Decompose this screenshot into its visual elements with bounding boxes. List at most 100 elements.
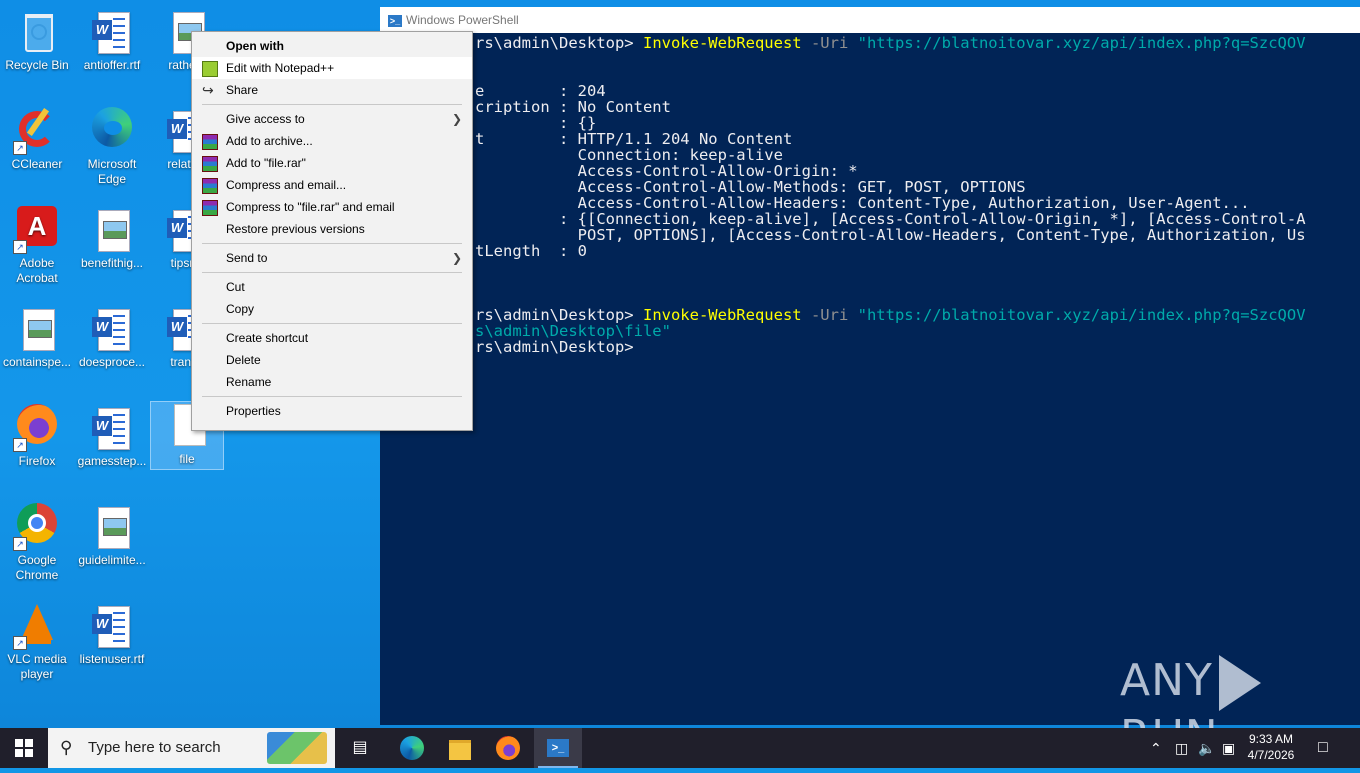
context-menu[interactable]: Open with Edit with Notepad++ ↪ Share Give a… bbox=[191, 31, 473, 431]
search-box[interactable]: ⚲ Type here to search bbox=[48, 728, 335, 768]
desktop-icon-label: Recycle Bin bbox=[5, 58, 69, 72]
menu-item-add-to-file-rar[interactable]: Add to "file.rar" bbox=[192, 152, 472, 174]
action-center-icon[interactable]: □ bbox=[1318, 728, 1328, 768]
notifications-tray-icon[interactable]: ▣ bbox=[1222, 728, 1235, 768]
vlc-icon: ↗ bbox=[13, 602, 61, 650]
recycle-bin-icon bbox=[13, 8, 61, 56]
powershell-titlebar[interactable]: >_ Windows PowerShell bbox=[380, 7, 1360, 33]
menu-item-copy[interactable]: Copy bbox=[192, 298, 472, 320]
menu-item-create-shortcut[interactable]: Create shortcut bbox=[192, 327, 472, 349]
console-line: tLength : 0 bbox=[475, 242, 587, 260]
notepadpp-icon bbox=[202, 61, 218, 77]
desktop-icon-microsoft-edge[interactable]: Microsoft Edge bbox=[76, 107, 148, 199]
menu-separator bbox=[202, 323, 462, 324]
taskbar-edge[interactable] bbox=[390, 728, 434, 768]
desktop-icon-adobe-acrobat[interactable]: A ↗ Adobe Acrobat bbox=[1, 206, 73, 298]
desktop-icon-firefox[interactable]: ↗ Firefox bbox=[1, 404, 73, 496]
menu-item-label: Cut bbox=[226, 280, 245, 294]
desktop-icon-guidelimite[interactable]: guidelimite... bbox=[76, 503, 148, 595]
clock[interactable]: 9:33 AM 4/7/2026 bbox=[1246, 728, 1296, 771]
menu-item-restore-previous-versions[interactable]: Restore previous versions bbox=[192, 218, 472, 240]
menu-item-properties[interactable]: Properties bbox=[192, 400, 472, 422]
menu-item-label: Copy bbox=[226, 302, 255, 316]
console-line: rs\admin\Desktop> Invoke-WebRequest -Uri… bbox=[380, 307, 1360, 323]
menu-item-label: Rename bbox=[226, 375, 272, 389]
start-button[interactable] bbox=[0, 728, 48, 768]
desktop-icon-label: benefithig... bbox=[80, 256, 144, 270]
desktop-icon-vlc[interactable]: ↗ VLC media player bbox=[1, 602, 73, 694]
word-document-icon: W bbox=[88, 8, 136, 56]
menu-item-give-access-to[interactable]: Give access to ❯ bbox=[192, 108, 472, 130]
menu-item-add-to-archive[interactable]: Add to archive... bbox=[192, 130, 472, 152]
desktop-icon-ccleaner[interactable]: ↗ CCleaner bbox=[1, 107, 73, 199]
task-view-button[interactable]: ▤ bbox=[340, 728, 380, 768]
menu-separator bbox=[202, 272, 462, 273]
search-highlight-image bbox=[267, 732, 327, 764]
shortcut-arrow-icon: ↗ bbox=[13, 240, 27, 254]
desktop-icon-label: listenuser.rtf bbox=[79, 652, 145, 666]
folder-icon bbox=[449, 740, 471, 760]
edge-icon bbox=[400, 736, 424, 760]
menu-item-send-to[interactable]: Send to ❯ bbox=[192, 247, 472, 269]
taskbar[interactable]: ⚲ Type here to search ▤ >_ ⌃ ◫ 🔈 ▣ 9:33 … bbox=[0, 728, 1360, 768]
watermark-text-left: ANY bbox=[1120, 655, 1213, 706]
desktop-icon-label: doesproce... bbox=[78, 355, 146, 369]
taskbar-file-explorer[interactable] bbox=[438, 728, 482, 768]
image-file-icon bbox=[88, 206, 136, 254]
show-hidden-icons[interactable]: ⌃ bbox=[1150, 728, 1162, 768]
desktop-icon-label: VLC media player bbox=[7, 652, 67, 681]
desktop-icon-label: gamesstep... bbox=[77, 454, 147, 468]
menu-separator bbox=[202, 104, 462, 105]
powershell-window[interactable]: >_ Windows PowerShell rs\admin\Desktop> I… bbox=[380, 7, 1360, 725]
winrar-icon bbox=[202, 134, 218, 150]
menu-item-label: Delete bbox=[226, 353, 261, 367]
menu-item-share[interactable]: ↪ Share bbox=[192, 79, 472, 101]
menu-item-open-with[interactable]: Open with bbox=[192, 35, 472, 57]
winrar-icon bbox=[202, 178, 218, 194]
menu-item-label: Create shortcut bbox=[226, 331, 309, 345]
menu-item-edit-with-notepad[interactable]: Edit with Notepad++ bbox=[192, 57, 472, 79]
menu-item-label: Compress and email... bbox=[226, 178, 347, 192]
desktop-icon-antioffer[interactable]: W antioffer.rtf bbox=[76, 8, 148, 100]
menu-item-label: Compress to "file.rar" and email bbox=[226, 200, 395, 214]
menu-item-rename[interactable]: Rename bbox=[192, 371, 472, 393]
menu-item-label: Add to "file.rar" bbox=[226, 156, 306, 170]
search-icon: ⚲ bbox=[60, 738, 73, 757]
menu-item-compress-and-email[interactable]: Compress and email... bbox=[192, 174, 472, 196]
menu-item-cut[interactable]: Cut bbox=[192, 276, 472, 298]
image-file-icon bbox=[13, 305, 61, 353]
desktop-icon-recycle-bin[interactable]: Recycle Bin bbox=[1, 8, 73, 100]
desktop-icon-google-chrome[interactable]: ↗ Google Chrome bbox=[1, 503, 73, 595]
console-pre: rs\admin\Desktop> bbox=[475, 34, 643, 52]
console-line: : {[Connection, keep-alive], [Access-Con… bbox=[475, 210, 1306, 228]
desktop-icon-containspe[interactable]: containspe... bbox=[1, 305, 73, 397]
desktop-icon-benefithig[interactable]: benefithig... bbox=[76, 206, 148, 298]
image-file-icon bbox=[88, 503, 136, 551]
console-str: "https://blatnoitovar.xyz/api/index.php?… bbox=[857, 34, 1306, 52]
desktop-icon-gamesstep[interactable]: W gamesstep... bbox=[76, 404, 148, 496]
menu-item-delete[interactable]: Delete bbox=[192, 349, 472, 371]
console-line: e : 204 bbox=[475, 82, 606, 100]
menu-item-label: Restore previous versions bbox=[226, 222, 365, 236]
ccleaner-icon: ↗ bbox=[13, 107, 61, 155]
desktop-icon-doesproce[interactable]: W doesproce... bbox=[76, 305, 148, 397]
menu-item-label: Send to bbox=[226, 251, 268, 265]
desktop-icon-label: Google Chrome bbox=[15, 553, 59, 582]
taskbar-firefox[interactable] bbox=[486, 728, 530, 768]
adobe-acrobat-icon: A ↗ bbox=[13, 206, 61, 254]
console-output[interactable]: rs\admin\Desktop> Invoke-WebRequest -Uri… bbox=[380, 33, 1360, 725]
menu-item-label: Share bbox=[226, 83, 259, 97]
network-icon[interactable]: ◫ bbox=[1175, 728, 1188, 768]
menu-item-compress-to-file-rar-and-email[interactable]: Compress to "file.rar" and email bbox=[192, 196, 472, 218]
powershell-icon: >_ bbox=[388, 14, 402, 27]
desktop-icon-label: guidelimite... bbox=[78, 553, 146, 567]
volume-icon[interactable]: 🔈 bbox=[1198, 728, 1215, 768]
menu-item-label: Open with bbox=[226, 39, 284, 53]
desktop-icon-label: Adobe Acrobat bbox=[16, 256, 58, 285]
desktop-icon-listenuser[interactable]: W listenuser.rtf bbox=[76, 602, 148, 694]
taskbar-powershell[interactable]: >_ bbox=[534, 728, 582, 768]
console-line: Access-Control-Allow-Origin: * bbox=[475, 162, 858, 180]
play-icon bbox=[1218, 655, 1261, 711]
